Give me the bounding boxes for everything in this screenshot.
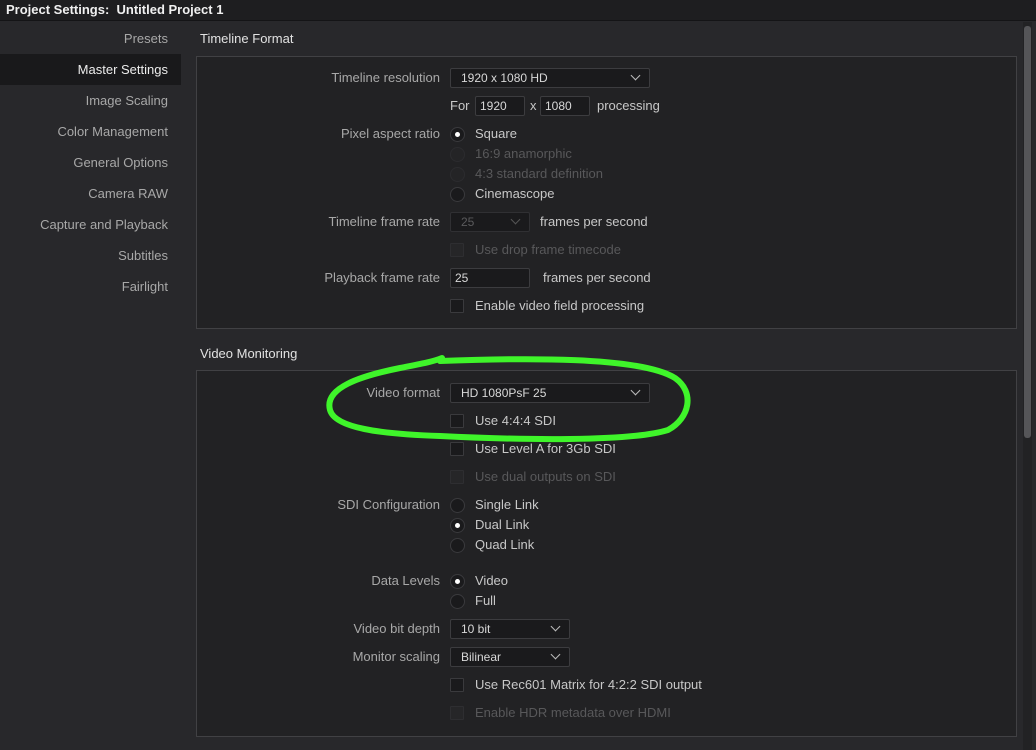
chevron-down-icon (630, 385, 641, 396)
video-bit-depth-dropdown[interactable]: 10 bit (450, 619, 570, 639)
sidebar-item-general-options[interactable]: General Options (73, 147, 168, 178)
level-a-label: Use Level A for 3Gb SDI (475, 441, 616, 456)
rec601-checkbox[interactable] (450, 678, 464, 692)
resolution-height-input[interactable]: 1080 (540, 96, 590, 116)
chevron-down-icon (630, 70, 641, 81)
timeline-frame-rate-value: 25 (461, 215, 475, 229)
playback-frame-rate-input[interactable]: 25 (450, 268, 530, 288)
video-format-value: HD 1080PsF 25 (461, 386, 547, 400)
sidebar-item-master-settings[interactable]: Master Settings (0, 54, 181, 85)
chevron-down-icon (550, 621, 561, 632)
sidebar-item-image-scaling[interactable]: Image Scaling (86, 85, 168, 116)
sidebar-item-color-management[interactable]: Color Management (57, 116, 168, 147)
sidebar-item-subtitles[interactable]: Subtitles (118, 240, 168, 271)
sdi-quad-link-label: Quad Link (475, 537, 535, 552)
monitor-scaling-label: Monitor scaling (352, 649, 440, 664)
chevron-down-icon (510, 214, 521, 225)
vertical-scrollbar[interactable] (1023, 22, 1032, 750)
timeline-frame-rate-dropdown: 25 (450, 212, 530, 232)
timeline-resolution-value: 1920 x 1080 HD (461, 71, 548, 85)
data-levels-label: Data Levels (371, 573, 440, 588)
sdi-single-link-label: Single Link (475, 497, 539, 512)
chevron-down-icon (550, 649, 561, 660)
video-monitoring-heading: Video Monitoring (200, 346, 298, 361)
monitor-scaling-value: Bilinear (461, 650, 502, 664)
pixel-aspect-anamorphic-radio (450, 147, 465, 162)
sdi-configuration-label: SDI Configuration (337, 497, 440, 512)
data-levels-video-label: Video (475, 573, 509, 588)
pixel-aspect-ratio-label: Pixel aspect ratio (341, 126, 440, 141)
pixel-aspect-cinemascope-radio[interactable] (450, 187, 465, 202)
drop-frame-label: Use drop frame timecode (475, 242, 621, 257)
level-a-checkbox[interactable] (450, 442, 464, 456)
field-processing-label: Enable video field processing (475, 298, 645, 313)
playback-fps-label: frames per second (543, 270, 651, 285)
rec601-label: Use Rec601 Matrix for 4:2:2 SDI output (475, 677, 702, 692)
pixel-aspect-anamorphic-label: 16:9 anamorphic (475, 146, 572, 161)
video-bit-depth-label: Video bit depth (353, 621, 441, 636)
sidebar-item-presets[interactable]: Presets (124, 23, 168, 54)
pixel-aspect-cinemascope-label: Cinemascope (475, 186, 555, 201)
video-format-label: Video format (366, 385, 440, 400)
resolution-width-input[interactable]: 1920 (475, 96, 525, 116)
drop-frame-checkbox (450, 243, 464, 257)
sidebar-item-capture-and-playback[interactable]: Capture and Playback (40, 209, 168, 240)
sdi-dual-link-label: Dual Link (475, 517, 530, 532)
timeline-resolution-label: Timeline resolution (331, 70, 440, 85)
hdr-metadata-label: Enable HDR metadata over HDMI (475, 705, 671, 720)
monitor-scaling-dropdown[interactable]: Bilinear (450, 647, 570, 667)
pixel-aspect-4-3-radio (450, 167, 465, 182)
field-processing-checkbox[interactable] (450, 299, 464, 313)
video-bit-depth-value: 10 bit (461, 622, 491, 636)
sdi-quad-link-radio[interactable] (450, 538, 465, 553)
scrollbar-thumb[interactable] (1024, 26, 1031, 438)
sidebar-item-fairlight[interactable]: Fairlight (122, 271, 168, 302)
sidebar-item-camera-raw[interactable]: Camera RAW (88, 178, 168, 209)
dual-outputs-checkbox (450, 470, 464, 484)
use-444-sdi-label: Use 4:4:4 SDI (475, 413, 556, 428)
timeline-fps-label: frames per second (540, 214, 648, 229)
data-levels-full-label: Full (475, 593, 496, 608)
playback-frame-rate-label: Playback frame rate (324, 270, 440, 285)
x-label: x (530, 98, 537, 113)
timeline-frame-rate-label: Timeline frame rate (328, 214, 441, 229)
timeline-format-panel (196, 56, 1017, 329)
processing-label: processing (597, 98, 660, 113)
window-title: Project Settings: Untitled Project 1 (0, 0, 1036, 21)
pixel-aspect-square-label: Square (475, 126, 517, 141)
sdi-dual-link-radio[interactable] (450, 518, 465, 533)
timeline-format-heading: Timeline Format (200, 31, 294, 46)
data-levels-full-radio[interactable] (450, 594, 465, 609)
for-label: For (450, 98, 470, 113)
pixel-aspect-4-3-label: 4:3 standard definition (475, 166, 603, 181)
data-levels-video-radio[interactable] (450, 574, 465, 589)
dual-outputs-label: Use dual outputs on SDI (475, 469, 616, 484)
video-format-dropdown[interactable]: HD 1080PsF 25 (450, 383, 650, 403)
sdi-single-link-radio[interactable] (450, 498, 465, 513)
settings-sidebar: Presets Master Settings Image Scaling Co… (0, 22, 181, 750)
use-444-sdi-checkbox[interactable] (450, 414, 464, 428)
pixel-aspect-square-radio[interactable] (450, 127, 465, 142)
hdr-metadata-checkbox (450, 706, 464, 720)
timeline-resolution-dropdown[interactable]: 1920 x 1080 HD (450, 68, 650, 88)
